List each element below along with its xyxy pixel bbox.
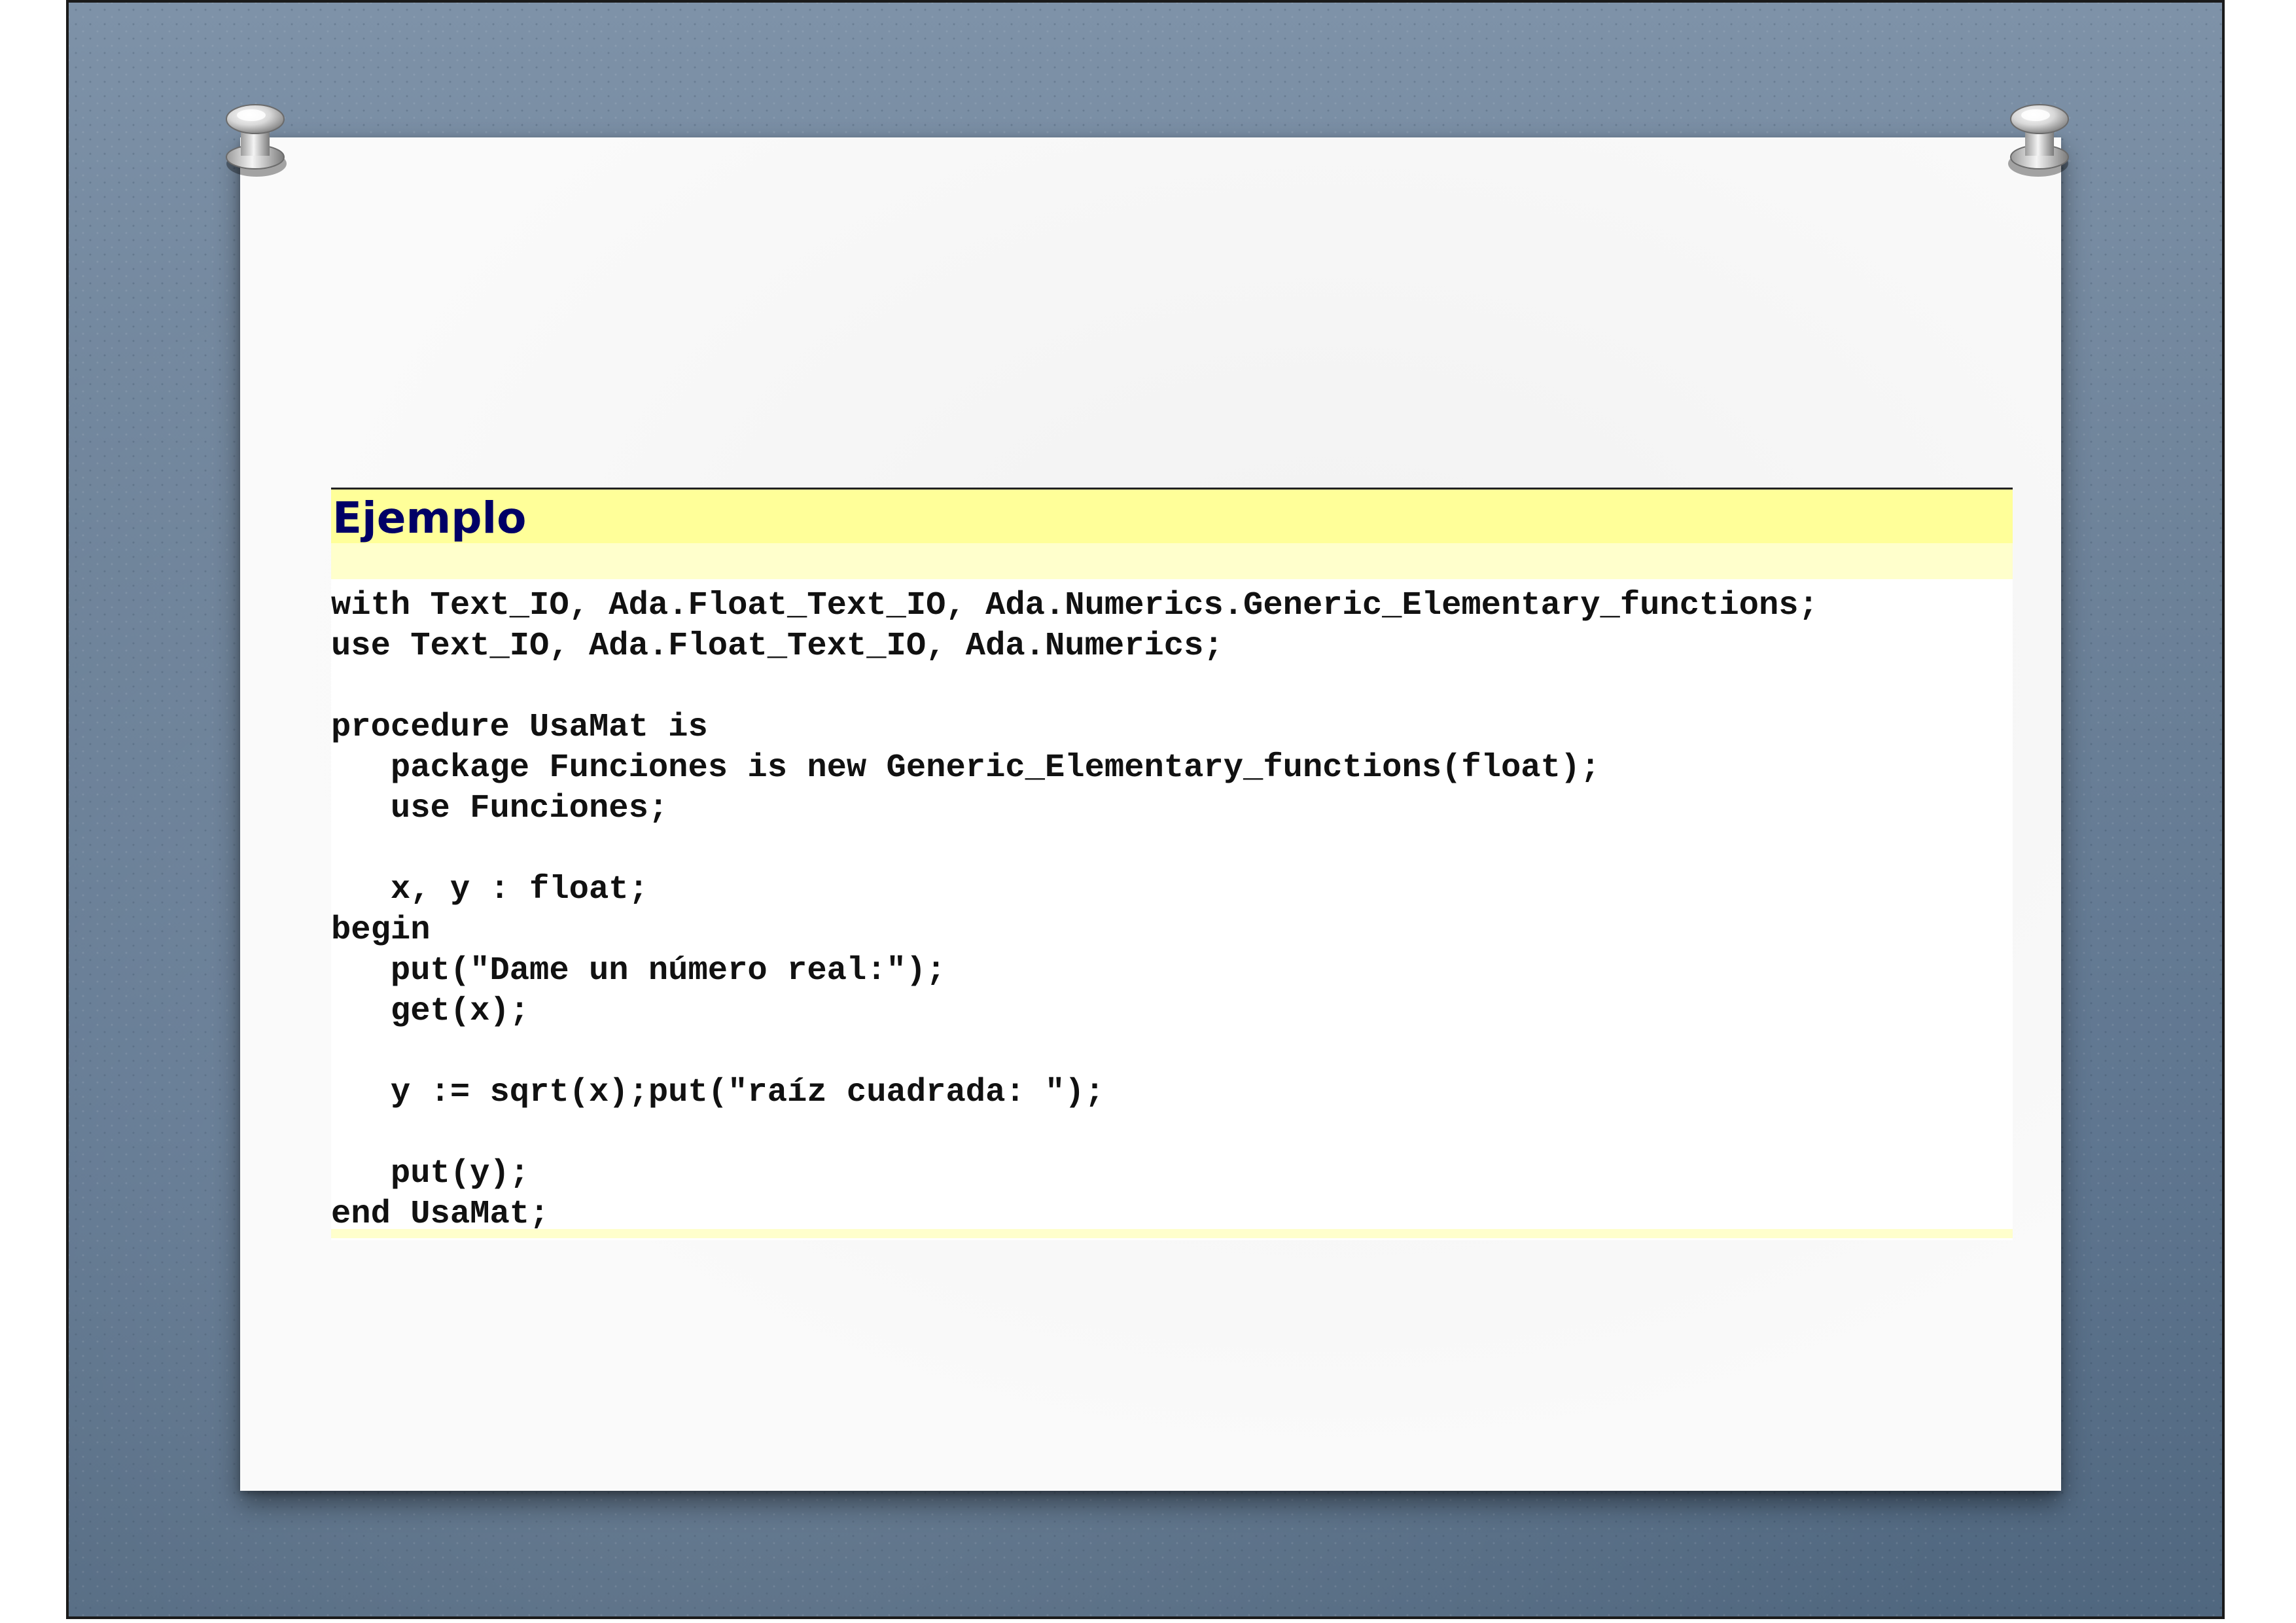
code-line: with Text_IO, Ada.Float_Text_IO, Ada.Num… xyxy=(331,587,1818,624)
slide-canvas: Ejemplo with Text_IO, Ada.Float_Text_IO,… xyxy=(0,0,2296,1623)
slide-heading: Ejemplo xyxy=(332,493,527,543)
push-pin-icon xyxy=(226,104,287,177)
code-line: x, y : float; xyxy=(331,871,648,908)
push-pin-icon xyxy=(2008,104,2069,177)
code-line: put(y); xyxy=(331,1155,530,1192)
code-line: y := sqrt(x);put("raíz cuadrada: "); xyxy=(331,1074,1104,1111)
code-line: get(x); xyxy=(331,993,530,1030)
code-bottom-strip xyxy=(331,1229,2013,1238)
code-line: put("Dame un número real:"); xyxy=(331,952,946,990)
code-example-panel: Ejemplo with Text_IO, Ada.Float_Text_IO,… xyxy=(331,488,2013,1240)
code-block: with Text_IO, Ada.Float_Text_IO, Ada.Num… xyxy=(331,579,2013,1234)
heading-sub-bar xyxy=(331,543,2013,579)
code-line: procedure UsaMat is xyxy=(331,709,708,746)
code-line: use Text_IO, Ada.Float_Text_IO, Ada.Nume… xyxy=(331,628,1224,665)
code-line: begin xyxy=(331,912,431,949)
code-line: package Funciones is new Generic_Element… xyxy=(331,749,1600,787)
code-line: use Funciones; xyxy=(331,790,669,827)
heading-bar: Ejemplo xyxy=(331,488,2013,543)
